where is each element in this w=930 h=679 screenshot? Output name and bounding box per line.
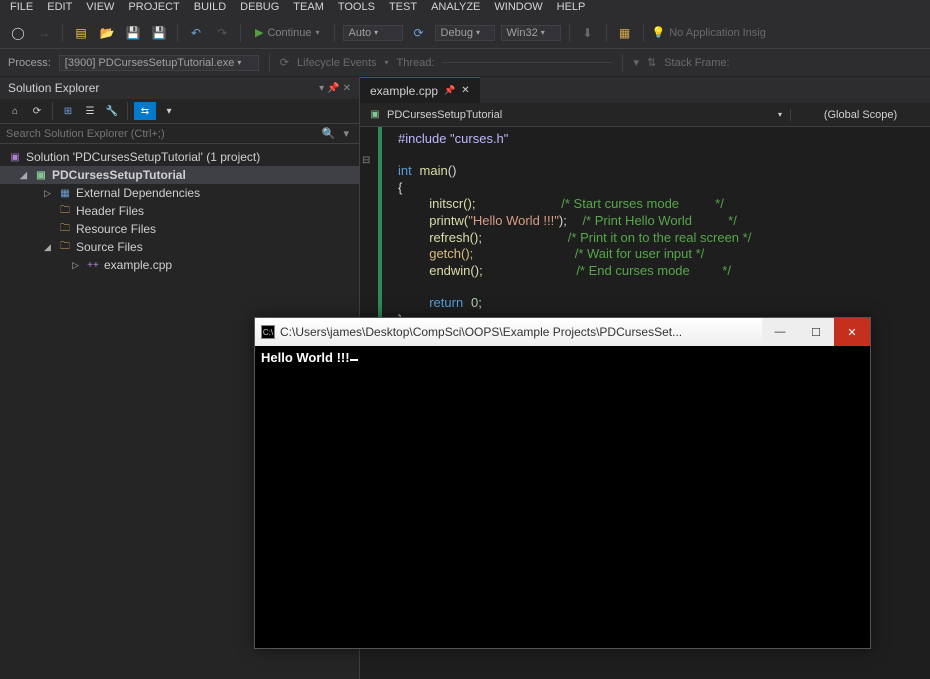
solution-icon: ▣ [8, 150, 22, 164]
fold-gutter: ⊟ [360, 127, 374, 332]
redo-button[interactable]: ↷ [212, 23, 232, 43]
forward-button[interactable]: → [34, 23, 54, 43]
panel-title: Solution Explorer [8, 81, 99, 95]
references-icon: ▦ [58, 186, 72, 200]
tab-example[interactable]: example.cpp 📌 ✕ [360, 77, 480, 103]
expand-icon[interactable]: ◢ [44, 242, 54, 253]
menu-test[interactable]: TEST [389, 1, 417, 13]
collapse-icon[interactable]: ⊞ [59, 102, 77, 120]
config-auto[interactable]: Auto▾ [343, 25, 403, 41]
layout-button[interactable]: ▦ [615, 23, 635, 43]
undo-button[interactable]: ↶ [186, 23, 206, 43]
search-row: 🔍 ▾ [0, 124, 359, 144]
process-label: Process: [8, 57, 51, 69]
solution-toolbar: ⌂ ⟳ ⊞ ☰ 🔧 ⇆ ▾ [0, 99, 359, 124]
stack-label: Stack Frame: [664, 57, 729, 69]
continue-button[interactable]: ▶Continue▾ [249, 24, 326, 41]
menu-edit[interactable]: EDIT [47, 1, 72, 13]
close-icon[interactable]: ✕ [461, 85, 469, 96]
close-icon[interactable]: ✕ [343, 83, 351, 94]
nav-scope[interactable]: (Global Scope) [790, 109, 930, 121]
folder-icon: 🗀 [58, 204, 72, 218]
expand-icon[interactable]: ▷ [44, 188, 54, 199]
sync-icon[interactable]: ⇆ [134, 102, 156, 120]
properties-icon[interactable]: 🔧 [103, 102, 121, 120]
save-button[interactable]: 💾 [123, 23, 143, 43]
console-output: Hello World !!! [255, 346, 870, 370]
search-dropdown-icon[interactable]: ▾ [339, 127, 353, 140]
config-debug[interactable]: Debug▾ [435, 25, 495, 41]
project-icon: ▣ [368, 108, 382, 122]
code-editor[interactable]: ⊟ #include "curses.h" int main() { inits… [360, 127, 930, 332]
save-all-button[interactable]: 💾 [149, 23, 169, 43]
tree-external-deps[interactable]: ▷ ▦ External Dependencies [0, 184, 359, 202]
pin-icon[interactable]: 📌 [327, 83, 339, 94]
tree-solution-root[interactable]: ▣ Solution 'PDCursesSetupTutorial' (1 pr… [0, 148, 359, 166]
menu-tools[interactable]: TOOLS [338, 1, 375, 13]
dropdown-icon[interactable]: ▾ [319, 83, 324, 94]
tree-resource-files[interactable]: 🗀 Resource Files [0, 220, 359, 238]
tree-source-files[interactable]: ◢ 🗀 Source Files [0, 238, 359, 256]
console-titlebar[interactable]: C:\ C:\Users\james\Desktop\CompSci\OOPS\… [255, 318, 870, 346]
solution-tree: ▣ Solution 'PDCursesSetupTutorial' (1 pr… [0, 144, 359, 278]
nav-row: ▣ PDCursesSetupTutorial ▾ (Global Scope) [360, 103, 930, 127]
cpp-file-icon: ++ [86, 258, 100, 272]
new-button[interactable]: ▤ [71, 23, 91, 43]
menu-view[interactable]: VIEW [86, 1, 114, 13]
project-icon: ▣ [34, 168, 48, 182]
menu-build[interactable]: BUILD [194, 1, 226, 13]
thread-label: Thread: [397, 57, 435, 69]
step-button[interactable]: ⬇ [578, 23, 598, 43]
menu-debug[interactable]: DEBUG [240, 1, 279, 13]
tree-header-files[interactable]: 🗀 Header Files [0, 202, 359, 220]
console-window[interactable]: C:\ C:\Users\james\Desktop\CompSci\OOPS\… [254, 317, 871, 649]
tab-row: example.cpp 📌 ✕ [360, 77, 930, 103]
menubar: FILE EDIT VIEW PROJECT BUILD DEBUG TEAM … [0, 0, 930, 17]
config-platform[interactable]: Win32▾ [501, 25, 561, 41]
menu-window[interactable]: WINDOW [494, 1, 542, 13]
maximize-button[interactable]: ☐ [798, 318, 834, 346]
search-input[interactable] [6, 128, 318, 140]
search-icon[interactable]: 🔍 [318, 127, 340, 140]
show-all-icon[interactable]: ☰ [81, 102, 99, 120]
refresh-icon[interactable]: ⟳ [28, 102, 46, 120]
folder-icon: 🗀 [58, 240, 72, 254]
minimize-button[interactable]: — [762, 318, 798, 346]
console-title: C:\Users\james\Desktop\CompSci\OOPS\Exam… [280, 325, 682, 339]
back-button[interactable]: ◯ [8, 23, 28, 43]
expand-icon[interactable]: ▷ [72, 260, 82, 271]
menu-team[interactable]: TEAM [293, 1, 324, 13]
main-toolbar: ◯ → ▤ 📂 💾 💾 ↶ ↷ ▶Continue▾ Auto▾ ⟳ Debug… [0, 17, 930, 49]
console-icon: C:\ [261, 325, 275, 339]
expand-icon[interactable]: ◢ [20, 170, 30, 181]
app-insights-label: 💡No Application Insig [652, 26, 766, 39]
open-button[interactable]: 📂 [97, 23, 117, 43]
menu-help[interactable]: HELP [557, 1, 586, 13]
panel-header: Solution Explorer ▾ 📌 ✕ [0, 77, 359, 99]
more-icon[interactable]: ▾ [160, 102, 178, 120]
nav-project[interactable]: ▣ PDCursesSetupTutorial ▾ [360, 108, 790, 122]
menu-analyze[interactable]: ANALYZE [431, 1, 480, 13]
lifecycle-label: Lifecycle Events [297, 57, 376, 69]
cursor [350, 359, 358, 361]
menu-file[interactable]: FILE [10, 1, 33, 13]
pin-icon[interactable]: 📌 [444, 85, 455, 96]
tree-file-example[interactable]: ▷ ++ example.cpp [0, 256, 359, 274]
tree-project[interactable]: ◢ ▣ PDCursesSetupTutorial [0, 166, 359, 184]
home-icon[interactable]: ⌂ [6, 102, 24, 120]
process-dropdown[interactable]: [3900] PDCursesSetupTutorial.exe▾ [59, 55, 259, 71]
menu-project[interactable]: PROJECT [128, 1, 179, 13]
debug-toolbar: Process: [3900] PDCursesSetupTutorial.ex… [0, 49, 930, 77]
close-button[interactable]: ✕ [834, 318, 870, 346]
folder-icon: 🗀 [58, 222, 72, 236]
refresh-icon[interactable]: ⟳ [409, 23, 429, 43]
